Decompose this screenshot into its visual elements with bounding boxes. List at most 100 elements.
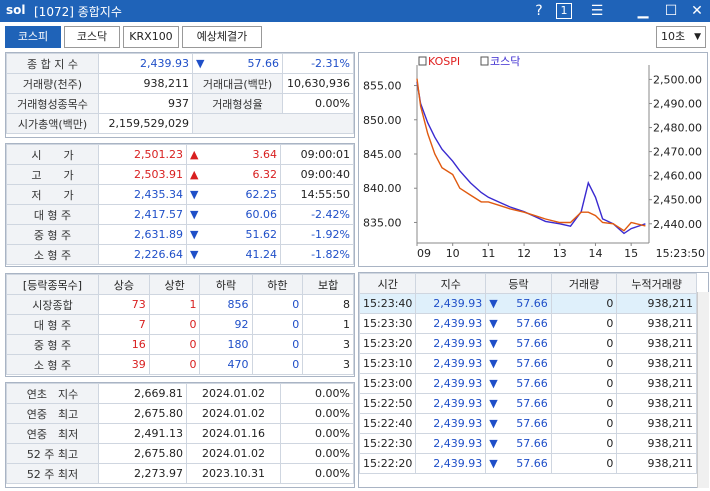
page-indicator-button[interactable]: 1 [556, 3, 572, 19]
tab-expected-price[interactable]: 예상체결가 [182, 26, 262, 48]
close-icon[interactable]: ✕ [686, 1, 708, 21]
up-arrow-icon: ▲ [190, 148, 199, 161]
tick-row[interactable]: 15:23:10 2,439.93 ▼ 57.66 0 938,211 [359, 353, 697, 374]
tick-change: ▼ 57.66 [485, 413, 552, 434]
tick-index: 2,439.93 [415, 333, 487, 354]
chart-series-line-0 [416, 81, 646, 235]
tick-row[interactable]: 15:22:30 2,439.93 ▼ 57.66 0 938,211 [359, 433, 697, 454]
yearly-label: 52 주 최저 [6, 463, 99, 484]
breadth-cell: 0 [251, 354, 304, 375]
toolbar: 코스피 코스닥 KRX100 예상체결가 10초 ▼ [0, 22, 710, 50]
tick-change: ▼ 57.66 [485, 293, 552, 314]
down-arrow-icon: ▼ [489, 297, 498, 310]
breadth-row: 중 형 주 16 0 180 0 3 [6, 334, 354, 355]
tick-change: ▼ 57.66 [485, 453, 552, 474]
breadth-cell: 소 형 주 [6, 354, 99, 375]
tab-kospi[interactable]: 코스피 [5, 26, 61, 48]
down-arrow-icon: ▼ [489, 317, 498, 330]
yearly-value: 2,669.81 [98, 383, 187, 404]
yearly-row: 연중 최저 2,491.13 2024.01.16 0.00% [6, 423, 354, 444]
ohlc-change-value: 60.06 [245, 208, 278, 221]
chart-x-tick-label: 11 [481, 247, 495, 260]
ohlc-panel: 시 가 2,501.23 ▲ 3.64 09:00:01 고 가 2,503.91 ▲ 6.32… [5, 143, 355, 267]
breadth-cell: 16 [98, 334, 150, 355]
tick-change: ▼ 57.66 [485, 313, 552, 334]
index-change: ▼ 57.66 [192, 53, 283, 74]
ohlc-change-value: 62.25 [245, 188, 278, 201]
help-button[interactable]: ? [528, 1, 550, 21]
tick-index: 2,439.93 [415, 293, 487, 314]
tick-change-value: 57.66 [516, 397, 548, 410]
ohlc-value: 2,503.91 [98, 164, 187, 185]
maximize-icon[interactable]: ☐ [660, 1, 682, 21]
chart-x-tick-label: 12 [517, 247, 531, 260]
ohlc-extra: -1.82% [280, 244, 354, 265]
tick-index: 2,439.93 [415, 433, 487, 454]
ohlc-row: 시 가 2,501.23 ▲ 3.64 09:00:01 [6, 144, 354, 165]
tick-table: 시간 지수 등락 거래량 누적거래량 15:23:40 2,439.93 ▼ 57.66 0 938… [359, 273, 697, 474]
breadth-cell: 3 [302, 334, 354, 355]
intraday-chart[interactable]: 855.00 850.00 845.00 840.00 835.00 2,500.00 2,… [358, 52, 708, 267]
window-title: [1072] 종합지수 [34, 5, 122, 19]
tick-cum-volume: 938,211 [616, 373, 697, 394]
legend-kospi: KOSPI [428, 55, 460, 68]
tick-time: 15:22:30 [359, 433, 417, 454]
tick-header-cell: 시간 [359, 273, 417, 294]
yearly-date: 2024.01.16 [186, 423, 281, 444]
ohlc-extra: -2.42% [280, 204, 354, 225]
tick-change-value: 57.66 [516, 317, 548, 330]
down-arrow-icon: ▼ [190, 228, 199, 241]
down-arrow-icon: ▼ [196, 57, 205, 70]
minimize-icon[interactable]: ▁ [632, 1, 654, 21]
index-label: 종 합 지 수 [6, 53, 99, 74]
down-arrow-icon: ▼ [489, 457, 498, 470]
tick-row[interactable]: 15:23:40 2,439.93 ▼ 57.66 0 938,211 [359, 293, 697, 314]
tick-header-cell: 등락 [485, 273, 552, 294]
breadth-cell: 0 [251, 334, 304, 355]
tick-volume: 0 [550, 293, 618, 314]
chart-left-tick-label: 845.00 [363, 148, 402, 161]
ohlc-change: ▲ 3.64 [186, 144, 281, 165]
yearly-value: 2,273.97 [98, 463, 187, 484]
tick-row[interactable]: 15:22:50 2,439.93 ▼ 57.66 0 938,211 [359, 393, 697, 414]
tick-change-value: 57.66 [516, 437, 548, 450]
amount-label: 거래대금(백만) [192, 73, 283, 94]
ohlc-change-value: 41.24 [245, 248, 278, 261]
tab-krx100[interactable]: KRX100 [123, 26, 179, 48]
tick-row[interactable]: 15:22:20 2,439.93 ▼ 57.66 0 938,211 [359, 453, 697, 474]
interval-select[interactable]: 10초 ▼ [656, 26, 706, 48]
ohlc-value: 2,435.34 [98, 184, 187, 205]
chart-right-tick-label: 2,450.00 [653, 194, 702, 207]
yearly-rate: 0.00% [280, 423, 354, 444]
yearly-value: 2,675.80 [98, 403, 187, 424]
tick-scrollbar[interactable] [697, 292, 709, 488]
tick-time: 15:23:00 [359, 373, 417, 394]
ohlc-change: ▼ 41.24 [186, 244, 281, 265]
tick-change: ▼ 57.66 [485, 393, 552, 414]
tick-row[interactable]: 15:23:00 2,439.93 ▼ 57.66 0 938,211 [359, 373, 697, 394]
yearly-panel: 연초 지수 2,669.81 2024.01.02 0.00% 연중 최고 2,675.8… [5, 382, 355, 488]
tick-time: 15:22:20 [359, 453, 417, 474]
chart-right-tick-label: 2,470.00 [653, 146, 702, 159]
breadth-cell: 73 [98, 294, 150, 315]
chart-x-tick-label: 13 [553, 247, 567, 260]
ohlc-label: 저 가 [6, 184, 99, 205]
chart-right-tick-label: 2,460.00 [653, 170, 702, 183]
volume-value: 938,211 [98, 73, 193, 94]
yearly-row: 52 주 최고 2,675.80 2024.01.02 0.00% [6, 443, 354, 464]
tick-index: 2,439.93 [415, 313, 487, 334]
ohlc-value: 2,226.64 [98, 244, 187, 265]
breadth-row: 시장종합 73 1 856 0 8 [6, 294, 354, 315]
breadth-header-cell: 보합 [302, 274, 354, 295]
tick-change-value: 57.66 [516, 457, 548, 470]
tick-row[interactable]: 15:22:40 2,439.93 ▼ 57.66 0 938,211 [359, 413, 697, 434]
breadth-cell: 1 [302, 314, 354, 335]
tick-header-cell: 거래량 [550, 273, 618, 294]
tick-row[interactable]: 15:23:20 2,439.93 ▼ 57.66 0 938,211 [359, 333, 697, 354]
tick-row[interactable]: 15:23:30 2,439.93 ▼ 57.66 0 938,211 [359, 313, 697, 334]
ohlc-extra: 09:00:40 [280, 164, 354, 185]
market-cap-value: 2,159,529,029 [98, 113, 193, 134]
tab-kosdaq[interactable]: 코스닥 [64, 26, 120, 48]
menu-icon[interactable]: ☰ [586, 1, 608, 21]
yearly-row: 52 주 최저 2,273.97 2023.10.31 0.00% [6, 463, 354, 484]
